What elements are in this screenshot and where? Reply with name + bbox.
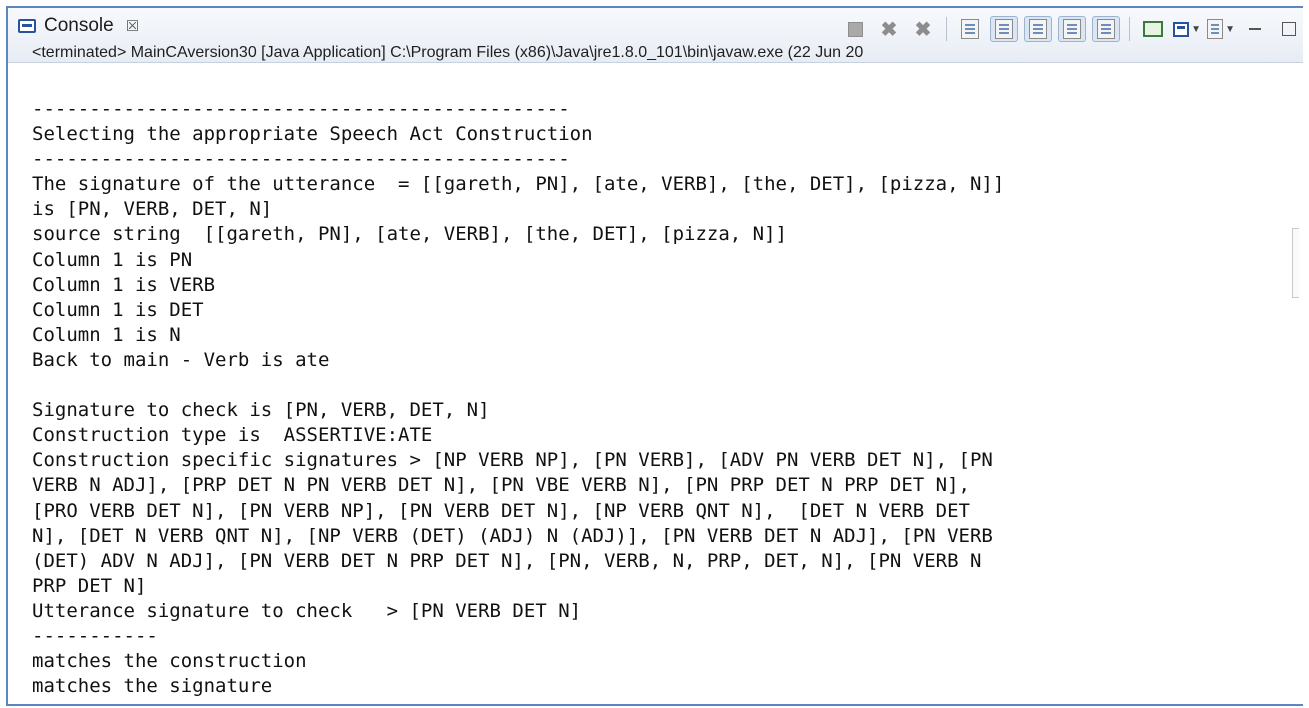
console-line: (DET) ADV N ADJ], [PN VERB DET N PRP DET… (32, 549, 982, 572)
minimize-icon[interactable] (1241, 16, 1269, 42)
remove-all-terminated-icon[interactable]: ✖ (909, 16, 937, 42)
pin-console-icon[interactable] (1139, 16, 1167, 42)
console-view: Console ☒ ✖ ✖ ▼ ▼ <terminated> MainCAver… (6, 6, 1303, 706)
console-line: source string [[gareth, PN], [ate, VERB]… (32, 223, 787, 246)
console-line: Column 1 is DET (32, 298, 204, 321)
open-console-icon[interactable]: ▼ (1207, 16, 1235, 42)
console-line: Column 1 is PN (32, 248, 193, 271)
scroll-lock-icon[interactable] (990, 16, 1018, 42)
console-line: Selecting the appropriate Speech Act Con… (32, 123, 593, 146)
word-wrap-icon[interactable] (1024, 16, 1052, 42)
toolbar-separator (1129, 17, 1130, 41)
console-line: Column 1 is VERB (32, 273, 216, 296)
console-line: PRP DET N] (32, 574, 147, 597)
toolbar-separator (946, 17, 947, 41)
maximize-icon[interactable] (1275, 16, 1303, 42)
console-line: Signature to check is [PN, VERB, DET, N] (32, 399, 490, 422)
console-line: Utterance signature to check > [PN VERB … (32, 599, 582, 622)
console-line: Column 1 is N (32, 323, 181, 346)
console-output[interactable]: ----------------------------------------… (8, 63, 1303, 704)
console-line: Construction specific signatures > [NP V… (32, 449, 993, 472)
console-line: is [PN, VERB, DET, N] (32, 198, 273, 221)
tab-label: Console (44, 15, 114, 36)
console-line: Construction type is ASSERTIVE:ATE (32, 424, 433, 447)
tab-console[interactable]: Console ☒ (18, 8, 139, 44)
console-icon (18, 19, 36, 33)
console-line: N], [DET N VERB QNT N], [NP VERB (DET) (… (32, 524, 993, 547)
display-selected-console-icon[interactable]: ▼ (1173, 16, 1201, 42)
console-line: The signature of the utterance = [[garet… (32, 173, 1005, 196)
remove-launch-icon[interactable]: ✖ (875, 16, 903, 42)
show-on-stdout-icon[interactable] (1058, 16, 1086, 42)
clear-console-icon[interactable] (956, 16, 984, 42)
console-line: Back to main - Verb is ate (32, 348, 330, 371)
console-line: ----------------------------------------… (32, 148, 570, 171)
close-icon[interactable]: ☒ (126, 17, 139, 35)
show-on-stderr-icon[interactable] (1092, 16, 1120, 42)
vertical-scrollbar[interactable] (1292, 228, 1299, 298)
terminate-icon[interactable] (841, 16, 869, 42)
console-line: VERB N ADJ], [PRP DET N PN VERB DET N], … (32, 474, 970, 497)
console-line: ----------- (32, 624, 158, 647)
console-line: ----------------------------------------… (32, 98, 570, 120)
view-titlebar: Console ☒ ✖ ✖ ▼ ▼ <terminated> MainCAver… (8, 8, 1303, 63)
console-line: matches the signature (32, 675, 273, 698)
console-line: [PRO VERB DET N], [PN VERB NP], [PN VERB… (32, 499, 970, 522)
launch-status: <terminated> MainCAversion30 [Java Appli… (32, 44, 864, 61)
console-toolbar: ✖ ✖ ▼ ▼ (841, 14, 1303, 44)
console-line: matches the construction (32, 650, 307, 673)
